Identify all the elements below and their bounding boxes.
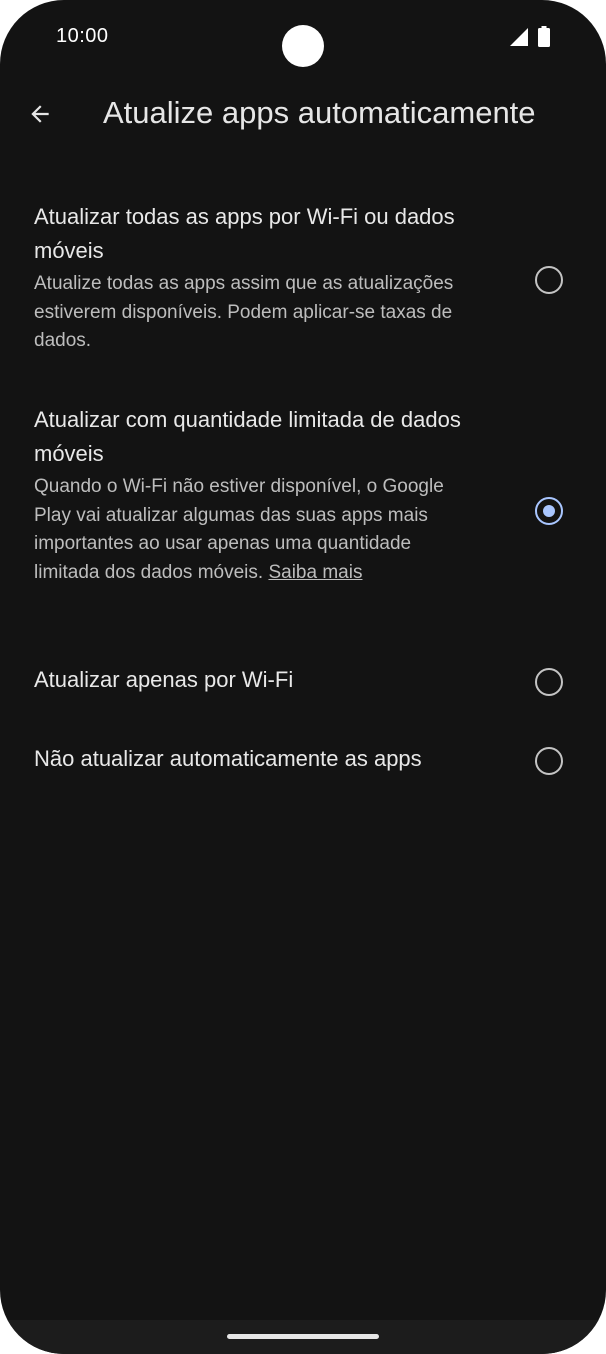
learn-more-link[interactable]: Saiba mais	[268, 562, 362, 583]
option-no-auto-update[interactable]: Não atualizar automaticamente as apps	[0, 739, 606, 781]
back-button[interactable]	[16, 90, 64, 138]
status-bar: 10:00	[0, 0, 606, 76]
option-description-text: Quando o Wi-Fi não estiver disponível, o…	[34, 476, 444, 583]
radio-button[interactable]	[535, 747, 563, 775]
option-description: Quando o Wi-Fi não estiver disponível, o…	[34, 473, 474, 587]
option-title: Atualizar apenas por Wi-Fi	[34, 667, 294, 692]
radio-button-selected[interactable]	[535, 497, 563, 525]
status-time: 10:00	[56, 25, 109, 47]
page-title: Atualize apps automaticamente	[103, 95, 536, 130]
option-wifi-only[interactable]: Atualizar apenas por Wi-Fi	[0, 660, 606, 702]
phone-screen: 10:00 Atualize apps automaticamente Atua…	[0, 0, 606, 1354]
top-app-bar: Atualize apps automaticamente	[0, 82, 606, 146]
option-limited-mobile-data[interactable]: Atualizar com quantidade limitada de dad…	[0, 403, 606, 618]
battery-icon	[538, 26, 550, 47]
option-title: Atualizar com quantidade limitada de dad…	[34, 407, 461, 466]
option-all-networks[interactable]: Atualizar todas as apps por Wi-Fi ou dad…	[0, 200, 606, 360]
camera-cutout	[282, 25, 324, 67]
radio-button[interactable]	[535, 668, 563, 696]
cellular-signal-icon	[510, 28, 528, 46]
home-indicator[interactable]	[227, 1334, 379, 1339]
option-description: Atualize todas as apps assim que as atua…	[34, 273, 454, 351]
arrow-back-icon	[31, 105, 49, 123]
radio-button[interactable]	[535, 266, 563, 294]
option-title: Atualizar todas as apps por Wi-Fi ou dad…	[34, 204, 455, 263]
option-title: Não atualizar automaticamente as apps	[34, 746, 422, 771]
